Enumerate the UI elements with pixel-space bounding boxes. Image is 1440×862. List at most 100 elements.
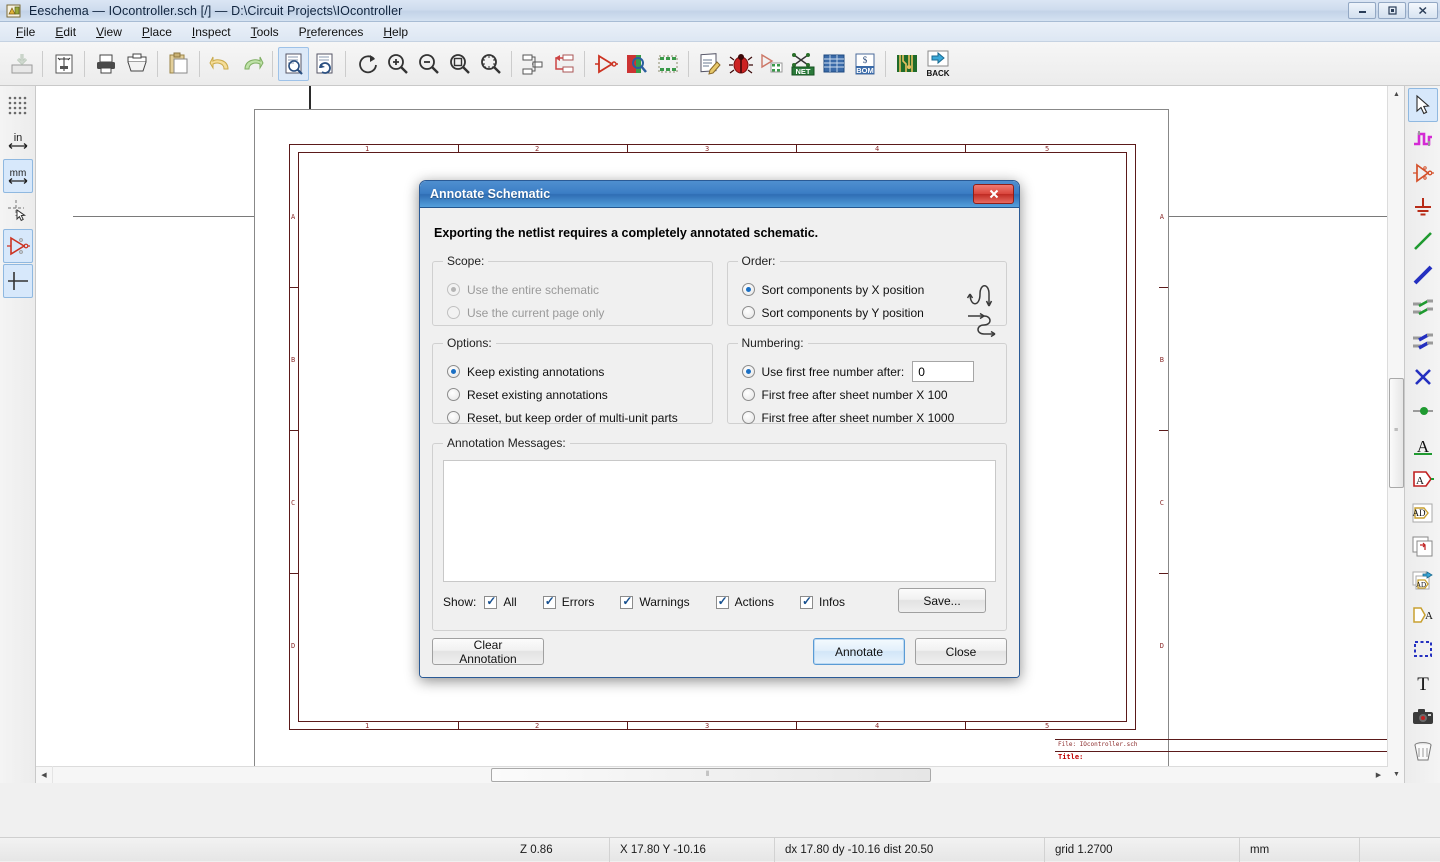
page-settings-icon[interactable] <box>48 47 79 81</box>
numbering-first-free[interactable]: Use first free number after: <box>741 361 997 382</box>
vertical-scroll-thumb[interactable]: ≡ <box>1389 378 1404 488</box>
wire-bus-orientation-icon[interactable] <box>2 264 33 298</box>
order-option-sort-y[interactable]: Sort components by Y position <box>741 303 997 322</box>
radio-entire-schematic-icon[interactable] <box>447 283 460 296</box>
toggle-grid-icon[interactable] <box>3 89 33 123</box>
print-icon[interactable] <box>90 47 121 81</box>
place-bus-icon[interactable] <box>1408 258 1438 292</box>
numbering-sheet-x1000[interactable]: First free after sheet number X 1000 <box>741 408 997 427</box>
symbol-library-editor-icon[interactable] <box>621 47 652 81</box>
scope-option-current-page[interactable]: Use the current page only <box>447 303 702 322</box>
place-global-label-icon[interactable]: A <box>1408 462 1438 496</box>
menu-edit[interactable]: Edit <box>45 23 86 41</box>
checkbox-actions[interactable]: Actions <box>715 594 774 609</box>
assign-footprints-icon[interactable] <box>756 47 787 81</box>
footprint-editor-icon[interactable] <box>652 47 683 81</box>
back-import-icon[interactable]: BACK <box>922 47 953 81</box>
import-sheet-pin-icon[interactable]: AD <box>1408 564 1438 598</box>
place-symbol-tool-icon[interactable] <box>1408 156 1438 190</box>
annotation-messages-area[interactable] <box>443 460 996 582</box>
zoom-area-icon[interactable] <box>475 47 506 81</box>
scroll-right-arrow-icon[interactable]: ▶ <box>1370 766 1387 783</box>
annotate-icon[interactable] <box>694 47 725 81</box>
save-icon[interactable] <box>6 47 37 81</box>
numbering-sheet-x100[interactable]: First free after sheet number X 100 <box>741 385 997 404</box>
menu-place[interactable]: Place <box>132 23 182 41</box>
symbol-fields-table-icon[interactable] <box>818 47 849 81</box>
checkbox-all[interactable]: All <box>484 594 517 609</box>
menu-help[interactable]: Help <box>373 23 418 41</box>
radio-sort-by-y-icon[interactable] <box>741 306 755 319</box>
checkbox-infos[interactable]: Infos <box>799 594 845 609</box>
checkbox-all-box-icon[interactable] <box>484 594 498 609</box>
scroll-down-arrow-icon[interactable]: ▼ <box>1389 767 1404 782</box>
cursor-shape-icon[interactable] <box>3 194 33 228</box>
radio-sheet-x1000-icon[interactable] <box>741 411 755 424</box>
place-wire-to-bus-entry-icon[interactable] <box>1408 292 1438 326</box>
leave-sheet-icon[interactable] <box>548 47 579 81</box>
clear-annotation-button[interactable]: Clear Annotation <box>432 638 544 666</box>
place-hierarchical-label-icon[interactable]: AD <box>1408 496 1438 530</box>
place-junction-icon[interactable] <box>1408 394 1438 428</box>
radio-sort-by-x-icon[interactable] <box>741 283 755 296</box>
horizontal-scrollbar[interactable]: ⦀ <box>36 766 1388 783</box>
menu-preferences[interactable]: Preferences <box>289 23 374 41</box>
place-bus-to-bus-entry-icon[interactable] <box>1408 326 1438 360</box>
hierarchy-navigator-icon[interactable] <box>517 47 548 81</box>
radio-sheet-x100-icon[interactable] <box>741 388 755 401</box>
radio-reset-existing-icon[interactable] <box>447 388 460 401</box>
place-text-icon[interactable]: T <box>1408 666 1438 700</box>
checkbox-infos-box-icon[interactable] <box>799 594 813 609</box>
scroll-up-arrow-icon[interactable]: ▲ <box>1389 87 1404 102</box>
refresh-icon[interactable] <box>351 47 382 81</box>
menu-view[interactable]: View <box>86 23 132 41</box>
place-symbol-icon[interactable] <box>590 47 621 81</box>
dialog-close-icon[interactable] <box>973 184 1014 204</box>
options-reset-keep-order[interactable]: Reset, but keep order of multi-unit part… <box>447 408 702 427</box>
place-no-connect-icon[interactable] <box>1408 360 1438 394</box>
close-dialog-button[interactable]: Close <box>915 638 1007 665</box>
vertical-scrollbar[interactable]: ▲ ≡ ▼ <box>1387 86 1404 783</box>
order-option-sort-x[interactable]: Sort components by X position <box>741 280 997 299</box>
undo-icon[interactable] <box>205 47 236 81</box>
annotate-button[interactable]: Annotate <box>813 638 905 665</box>
place-image-icon[interactable] <box>1408 700 1438 734</box>
place-hierarchical-sheet-icon[interactable] <box>1408 530 1438 564</box>
zoom-fit-icon[interactable] <box>444 47 475 81</box>
zoom-out-icon[interactable] <box>413 47 444 81</box>
paste-icon[interactable] <box>163 47 194 81</box>
radio-current-page-icon[interactable] <box>447 306 460 319</box>
checkbox-warnings[interactable]: Warnings <box>620 594 690 609</box>
radio-keep-existing-icon[interactable] <box>447 365 460 378</box>
menu-tools[interactable]: Tools <box>241 23 289 41</box>
radio-first-free-number-icon[interactable] <box>741 365 755 378</box>
place-wire-icon[interactable] <box>1408 224 1438 258</box>
checkbox-errors[interactable]: Errors <box>542 594 594 609</box>
checkbox-actions-box-icon[interactable] <box>715 594 729 609</box>
delete-tool-icon[interactable] <box>1408 734 1438 768</box>
window-close-button[interactable] <box>1408 2 1438 19</box>
pcbnew-icon[interactable] <box>891 47 922 81</box>
checkbox-warnings-box-icon[interactable] <box>620 594 634 609</box>
maximize-button[interactable] <box>1378 2 1406 19</box>
find-replace-icon[interactable] <box>309 47 340 81</box>
netlist-icon[interactable]: NET <box>787 47 818 81</box>
options-reset-existing[interactable]: Reset existing annotations <box>447 385 702 404</box>
menu-inspect[interactable]: Inspect <box>182 23 241 41</box>
find-icon[interactable] <box>278 46 309 81</box>
radio-reset-keep-order-icon[interactable] <box>447 411 460 424</box>
dialog-titlebar[interactable]: Annotate Schematic <box>420 181 1019 208</box>
unit-mm-icon[interactable]: mm <box>2 159 33 193</box>
scroll-left-arrow-icon[interactable]: ◀ <box>36 766 53 783</box>
place-sheet-pin-icon[interactable]: A <box>1408 598 1438 632</box>
place-graphic-polygon-icon[interactable] <box>1408 632 1438 666</box>
checkbox-errors-box-icon[interactable] <box>542 594 556 609</box>
place-net-label-icon[interactable]: A <box>1408 428 1438 462</box>
place-power-port-icon[interactable] <box>1408 190 1438 224</box>
scope-option-entire-schematic[interactable]: Use the entire schematic <box>447 280 702 299</box>
hidden-pins-icon[interactable] <box>2 229 33 263</box>
menu-file[interactable]: FFileile <box>6 23 45 41</box>
options-keep-existing[interactable]: Keep existing annotations <box>447 362 702 381</box>
minimize-button[interactable] <box>1348 2 1376 19</box>
redo-icon[interactable] <box>236 47 267 81</box>
